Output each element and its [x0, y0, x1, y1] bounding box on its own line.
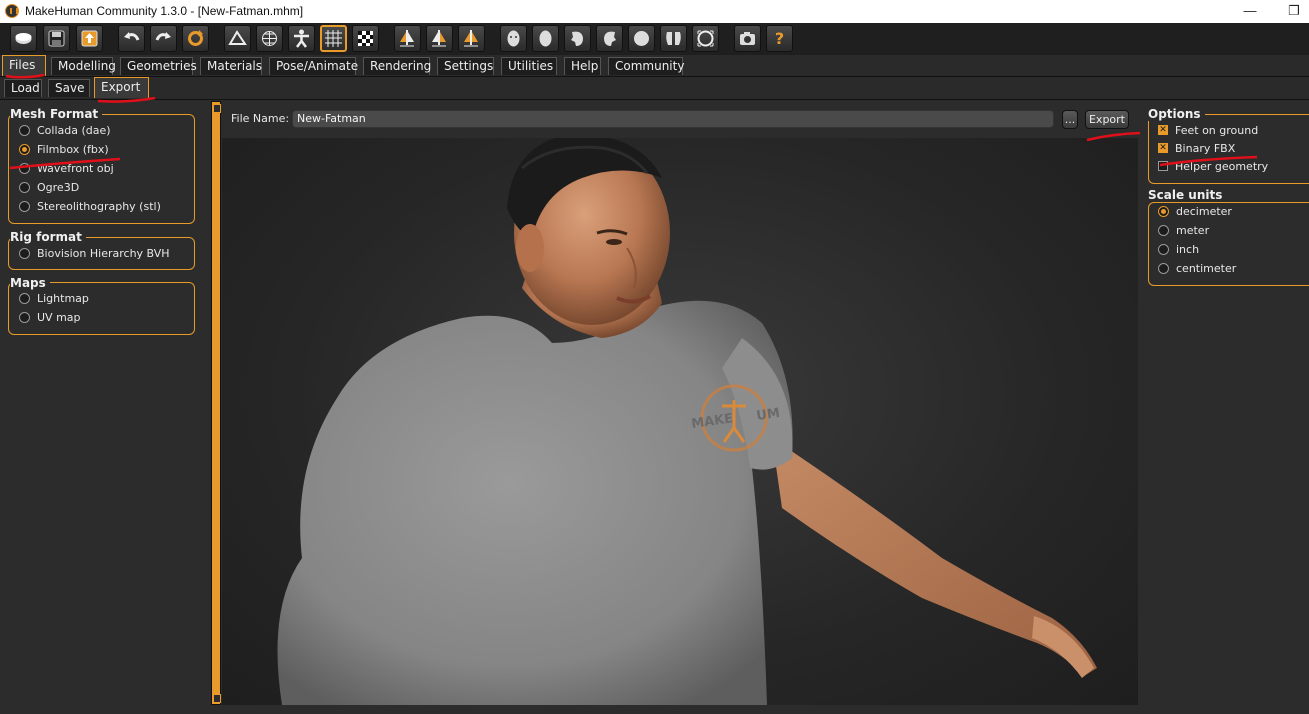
- reset-camera-icon[interactable]: [692, 25, 719, 52]
- tab-modelling[interactable]: Modelling: [51, 57, 116, 75]
- radio-wavefront[interactable]: Wavefront obj: [19, 159, 114, 177]
- radio-button-selected[interactable]: [1158, 205, 1169, 217]
- bottom-view-icon[interactable]: [660, 25, 687, 52]
- radio-inch[interactable]: inch: [1158, 240, 1199, 258]
- export-icon[interactable]: [76, 25, 103, 52]
- radio-filmbox[interactable]: Filmbox (fbx): [19, 140, 109, 158]
- panel-splitter-slider[interactable]: [211, 101, 221, 705]
- left-view-icon[interactable]: [564, 25, 591, 52]
- main-tab-bar: Files Modelling Geometries Materials Pos…: [0, 55, 1309, 77]
- radio-ogre3d[interactable]: Ogre3D: [19, 178, 79, 196]
- checkbox-checked[interactable]: ✕: [1158, 143, 1168, 153]
- rig-format-title: Rig format: [10, 230, 86, 244]
- tab-settings[interactable]: Settings: [437, 57, 494, 75]
- smooth-icon[interactable]: [224, 25, 251, 52]
- tab-rendering[interactable]: Rendering: [363, 57, 431, 75]
- mesh-format-title: Mesh Format: [10, 107, 103, 121]
- 3d-viewport[interactable]: MAKE UM: [222, 138, 1138, 705]
- wireframe-icon[interactable]: [256, 25, 283, 52]
- save-icon[interactable]: [43, 25, 70, 52]
- sub-tab-bar: Load Save Export: [0, 77, 1309, 100]
- radio-lightmap[interactable]: Lightmap: [19, 289, 89, 307]
- radio-button[interactable]: [19, 247, 30, 259]
- right-view-icon[interactable]: [596, 25, 623, 52]
- symmetry-icon[interactable]: [458, 25, 485, 52]
- tab-utilities[interactable]: Utilities: [501, 57, 557, 75]
- tab-save[interactable]: Save: [48, 79, 90, 97]
- minimize-button[interactable]: —: [1240, 2, 1260, 20]
- radio-button[interactable]: [1158, 243, 1169, 255]
- radio-button[interactable]: [19, 181, 30, 193]
- browse-button[interactable]: ...: [1062, 110, 1078, 129]
- radio-button[interactable]: [19, 292, 30, 304]
- radio-decimeter[interactable]: decimeter: [1158, 202, 1232, 220]
- radio-button[interactable]: [1158, 224, 1169, 236]
- tab-pose-animate[interactable]: Pose/Animate: [269, 57, 358, 75]
- tab-geometries[interactable]: Geometries: [120, 57, 197, 75]
- checkbox-binary-fbx[interactable]: ✕ Binary FBX: [1158, 139, 1235, 157]
- toolbar: ?: [0, 23, 1309, 55]
- tab-help[interactable]: Help: [564, 57, 601, 75]
- scale-units-title: Scale units: [1148, 188, 1227, 202]
- checkbox-helper-geometry[interactable]: Helper geometry: [1158, 157, 1268, 175]
- back-view-icon[interactable]: [532, 25, 559, 52]
- svg-text:?: ?: [775, 29, 784, 48]
- options-title: Options: [1148, 107, 1205, 121]
- tab-load[interactable]: Load: [4, 79, 42, 97]
- checker-icon[interactable]: [352, 25, 379, 52]
- checkbox-unchecked[interactable]: [1158, 161, 1168, 171]
- left-panel: Mesh Format Collada (dae) Filmbox (fbx) …: [0, 100, 208, 714]
- radio-collada[interactable]: Collada (dae): [19, 121, 111, 139]
- title-bar: MakeHuman Community 1.3.0 - [New-Fatman.…: [0, 0, 1309, 23]
- radio-uv-map[interactable]: UV map: [19, 308, 81, 326]
- file-name-input[interactable]: New-Fatman: [292, 110, 1054, 128]
- new-file-icon[interactable]: [10, 25, 37, 52]
- checkbox-checked[interactable]: ✕: [1158, 125, 1168, 135]
- pose-icon[interactable]: [288, 25, 315, 52]
- right-panel: Options ✕ Feet on ground ✕ Binary FBX Help…: [1140, 100, 1309, 714]
- slider-bottom-handle[interactable]: [213, 694, 221, 703]
- tab-materials[interactable]: Materials: [200, 57, 262, 75]
- checkbox-feet-on-ground[interactable]: ✕ Feet on ground: [1158, 121, 1258, 139]
- slider-top-handle[interactable]: [213, 104, 221, 113]
- radio-centimeter[interactable]: centimeter: [1158, 259, 1236, 277]
- symmetry-left-icon[interactable]: [426, 25, 453, 52]
- window-title: MakeHuman Community 1.3.0 - [New-Fatman.…: [25, 4, 304, 18]
- file-name-label: File Name:: [231, 112, 290, 125]
- app-logo-icon: [5, 4, 19, 18]
- export-button[interactable]: Export: [1085, 110, 1129, 129]
- tab-community[interactable]: Community: [608, 57, 684, 75]
- radio-button[interactable]: [19, 124, 30, 136]
- radio-button-selected[interactable]: [19, 143, 30, 155]
- radio-stereolithography[interactable]: Stereolithography (stl): [19, 197, 161, 215]
- reset-icon[interactable]: [182, 25, 209, 52]
- help-icon[interactable]: ?: [766, 25, 793, 52]
- restore-button[interactable]: ❐: [1284, 2, 1304, 20]
- radio-button[interactable]: [19, 162, 30, 174]
- file-name-bar: File Name: New-Fatman ... Export: [222, 101, 1138, 137]
- front-view-icon[interactable]: [500, 25, 527, 52]
- undo-icon[interactable]: [118, 25, 145, 52]
- radio-button[interactable]: [1158, 262, 1169, 274]
- radio-bvh[interactable]: Biovision Hierarchy BVH: [19, 244, 170, 262]
- radio-meter[interactable]: meter: [1158, 221, 1209, 239]
- radio-button[interactable]: [19, 200, 30, 212]
- screenshot-icon[interactable]: [734, 25, 761, 52]
- grid-icon[interactable]: [320, 25, 347, 52]
- symmetry-right-icon[interactable]: [394, 25, 421, 52]
- tab-files[interactable]: Files: [2, 55, 46, 76]
- redo-icon[interactable]: [150, 25, 177, 52]
- top-view-icon[interactable]: [628, 25, 655, 52]
- maps-title: Maps: [10, 276, 50, 290]
- human-model: MAKE UM: [277, 138, 1097, 705]
- tab-export[interactable]: Export: [94, 77, 149, 98]
- radio-button[interactable]: [19, 311, 30, 323]
